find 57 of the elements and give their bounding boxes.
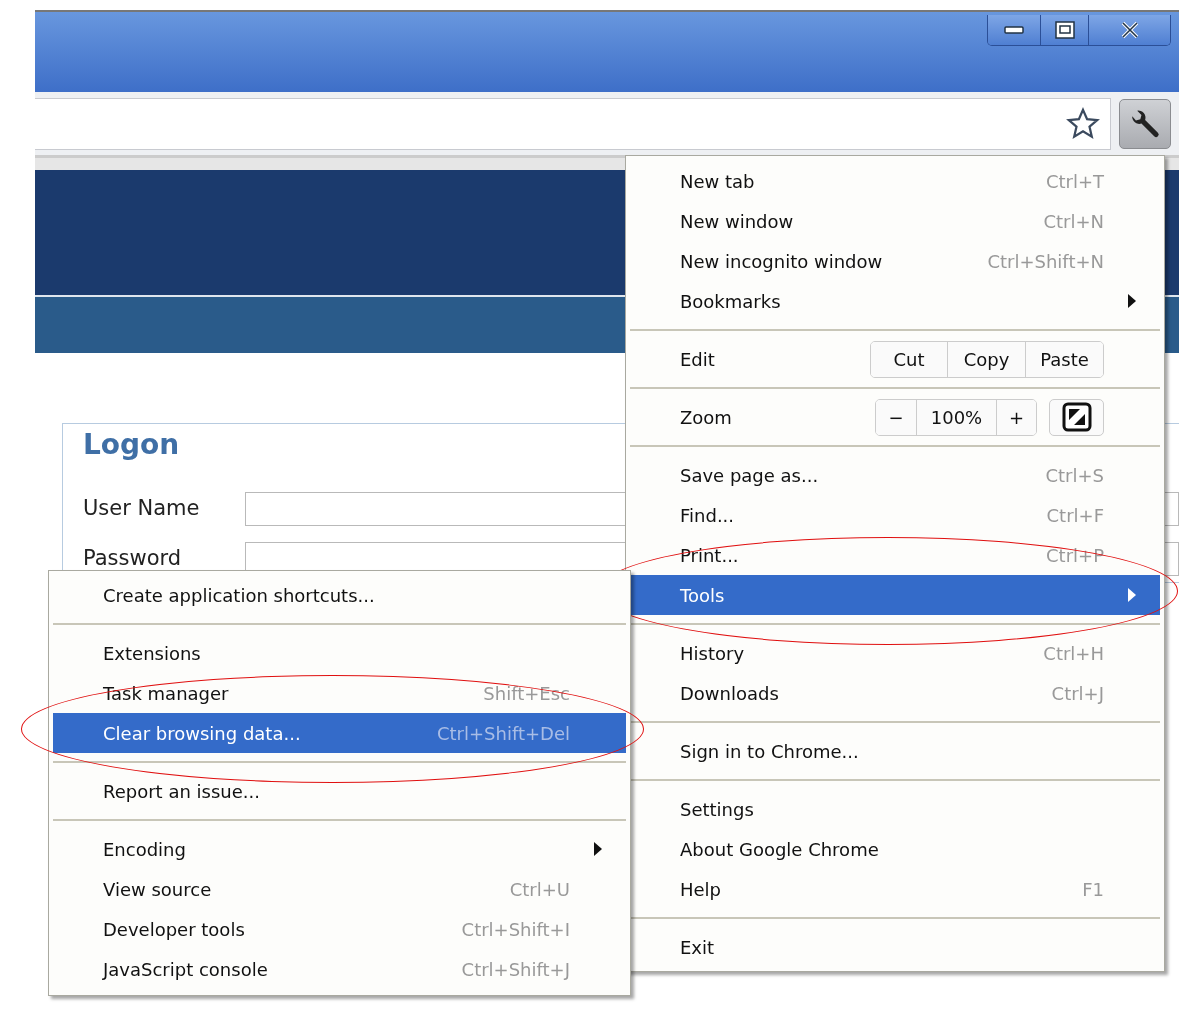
shortcut-text: Ctrl+Shift+Del [436,721,570,746]
menu-item[interactable]: History Ctrl+H [630,633,1160,673]
field-label: Password [83,544,183,572]
field-label: User Name [83,494,201,522]
shortcut-text: Ctrl+H [1043,641,1104,666]
menu-item[interactable]: Extensions [53,633,626,673]
minimize-icon [1004,26,1024,34]
menu-item[interactable]: Clear browsing data... Ctrl+Shift+Del [53,713,626,753]
shortcut-text: Ctrl+S [1045,463,1104,488]
fullscreen-icon [1061,402,1092,432]
shortcut-text: Ctrl+P [1046,543,1104,568]
submenu-arrow-icon [594,842,602,856]
shortcut-text: Ctrl+N [1043,209,1104,234]
menu-item[interactable]: Report an issue... [53,771,626,811]
menu-item[interactable]: New incognito window Ctrl+Shift+N [630,241,1160,281]
shortcut-text: Ctrl+F [1046,503,1104,528]
submenu-arrow-icon [1128,294,1136,308]
menu-item[interactable]: Settings [630,789,1160,829]
menu-item[interactable]: Find... Ctrl+F [630,495,1160,535]
logon-title: Logon [83,428,181,462]
menu-label: Zoom [680,405,732,430]
edit-button[interactable]: Paste [1025,341,1103,377]
menu-item[interactable]: JavaScript console Ctrl+Shift+J [53,949,626,989]
menu-item[interactable]: Tools [630,575,1160,615]
menu-label: Edit [680,347,715,372]
menu-item[interactable]: Encoding [53,829,626,869]
shortcut-text: Ctrl+Shift+I [461,917,570,942]
menu-item[interactable]: Task manager Shift+Esc [53,673,626,713]
close-icon [1119,21,1140,39]
minimize-button[interactable] [988,15,1040,45]
maximize-icon [1054,21,1075,39]
menu-item[interactable]: New tab Ctrl+T [630,161,1160,201]
menu-item[interactable]: Print... Ctrl+P [630,535,1160,575]
submenu-arrow-icon [1128,588,1136,602]
shortcut-text: F1 [1082,877,1104,902]
menu-item[interactable]: View source Ctrl+U [53,869,626,909]
menu-item[interactable]: Bookmarks [630,281,1160,321]
menu-item[interactable]: Developer tools Ctrl+Shift+I [53,909,626,949]
menu-item[interactable]: Help F1 [630,869,1160,909]
menu-item[interactable]: New window Ctrl+N [630,201,1160,241]
wrench-button[interactable] [1119,98,1171,149]
shortcut-text: Ctrl+U [509,877,570,902]
menu-item[interactable]: Downloads Ctrl+J [630,673,1160,713]
shortcut-text: Ctrl+Shift+N [987,249,1104,274]
menu-item[interactable]: Exit [630,927,1160,967]
star-icon[interactable] [1066,106,1100,141]
shortcut-text: Ctrl+J [1051,681,1104,706]
shortcut-text: Shift+Esc [483,681,570,706]
menu-item[interactable]: Save page as... Ctrl+S [630,455,1160,495]
zoom-in-button[interactable]: + [996,399,1036,435]
menu-item[interactable]: About Google Chrome [630,829,1160,869]
shortcut-text: Ctrl+T [1045,169,1104,194]
menu-item[interactable]: Sign in to Chrome... [630,731,1160,771]
fullscreen-button[interactable] [1049,398,1104,436]
menu-item[interactable]: Create application shortcuts... [53,575,626,615]
shortcut-text: Ctrl+Shift+J [461,957,570,982]
maximize-button[interactable] [1040,15,1088,45]
